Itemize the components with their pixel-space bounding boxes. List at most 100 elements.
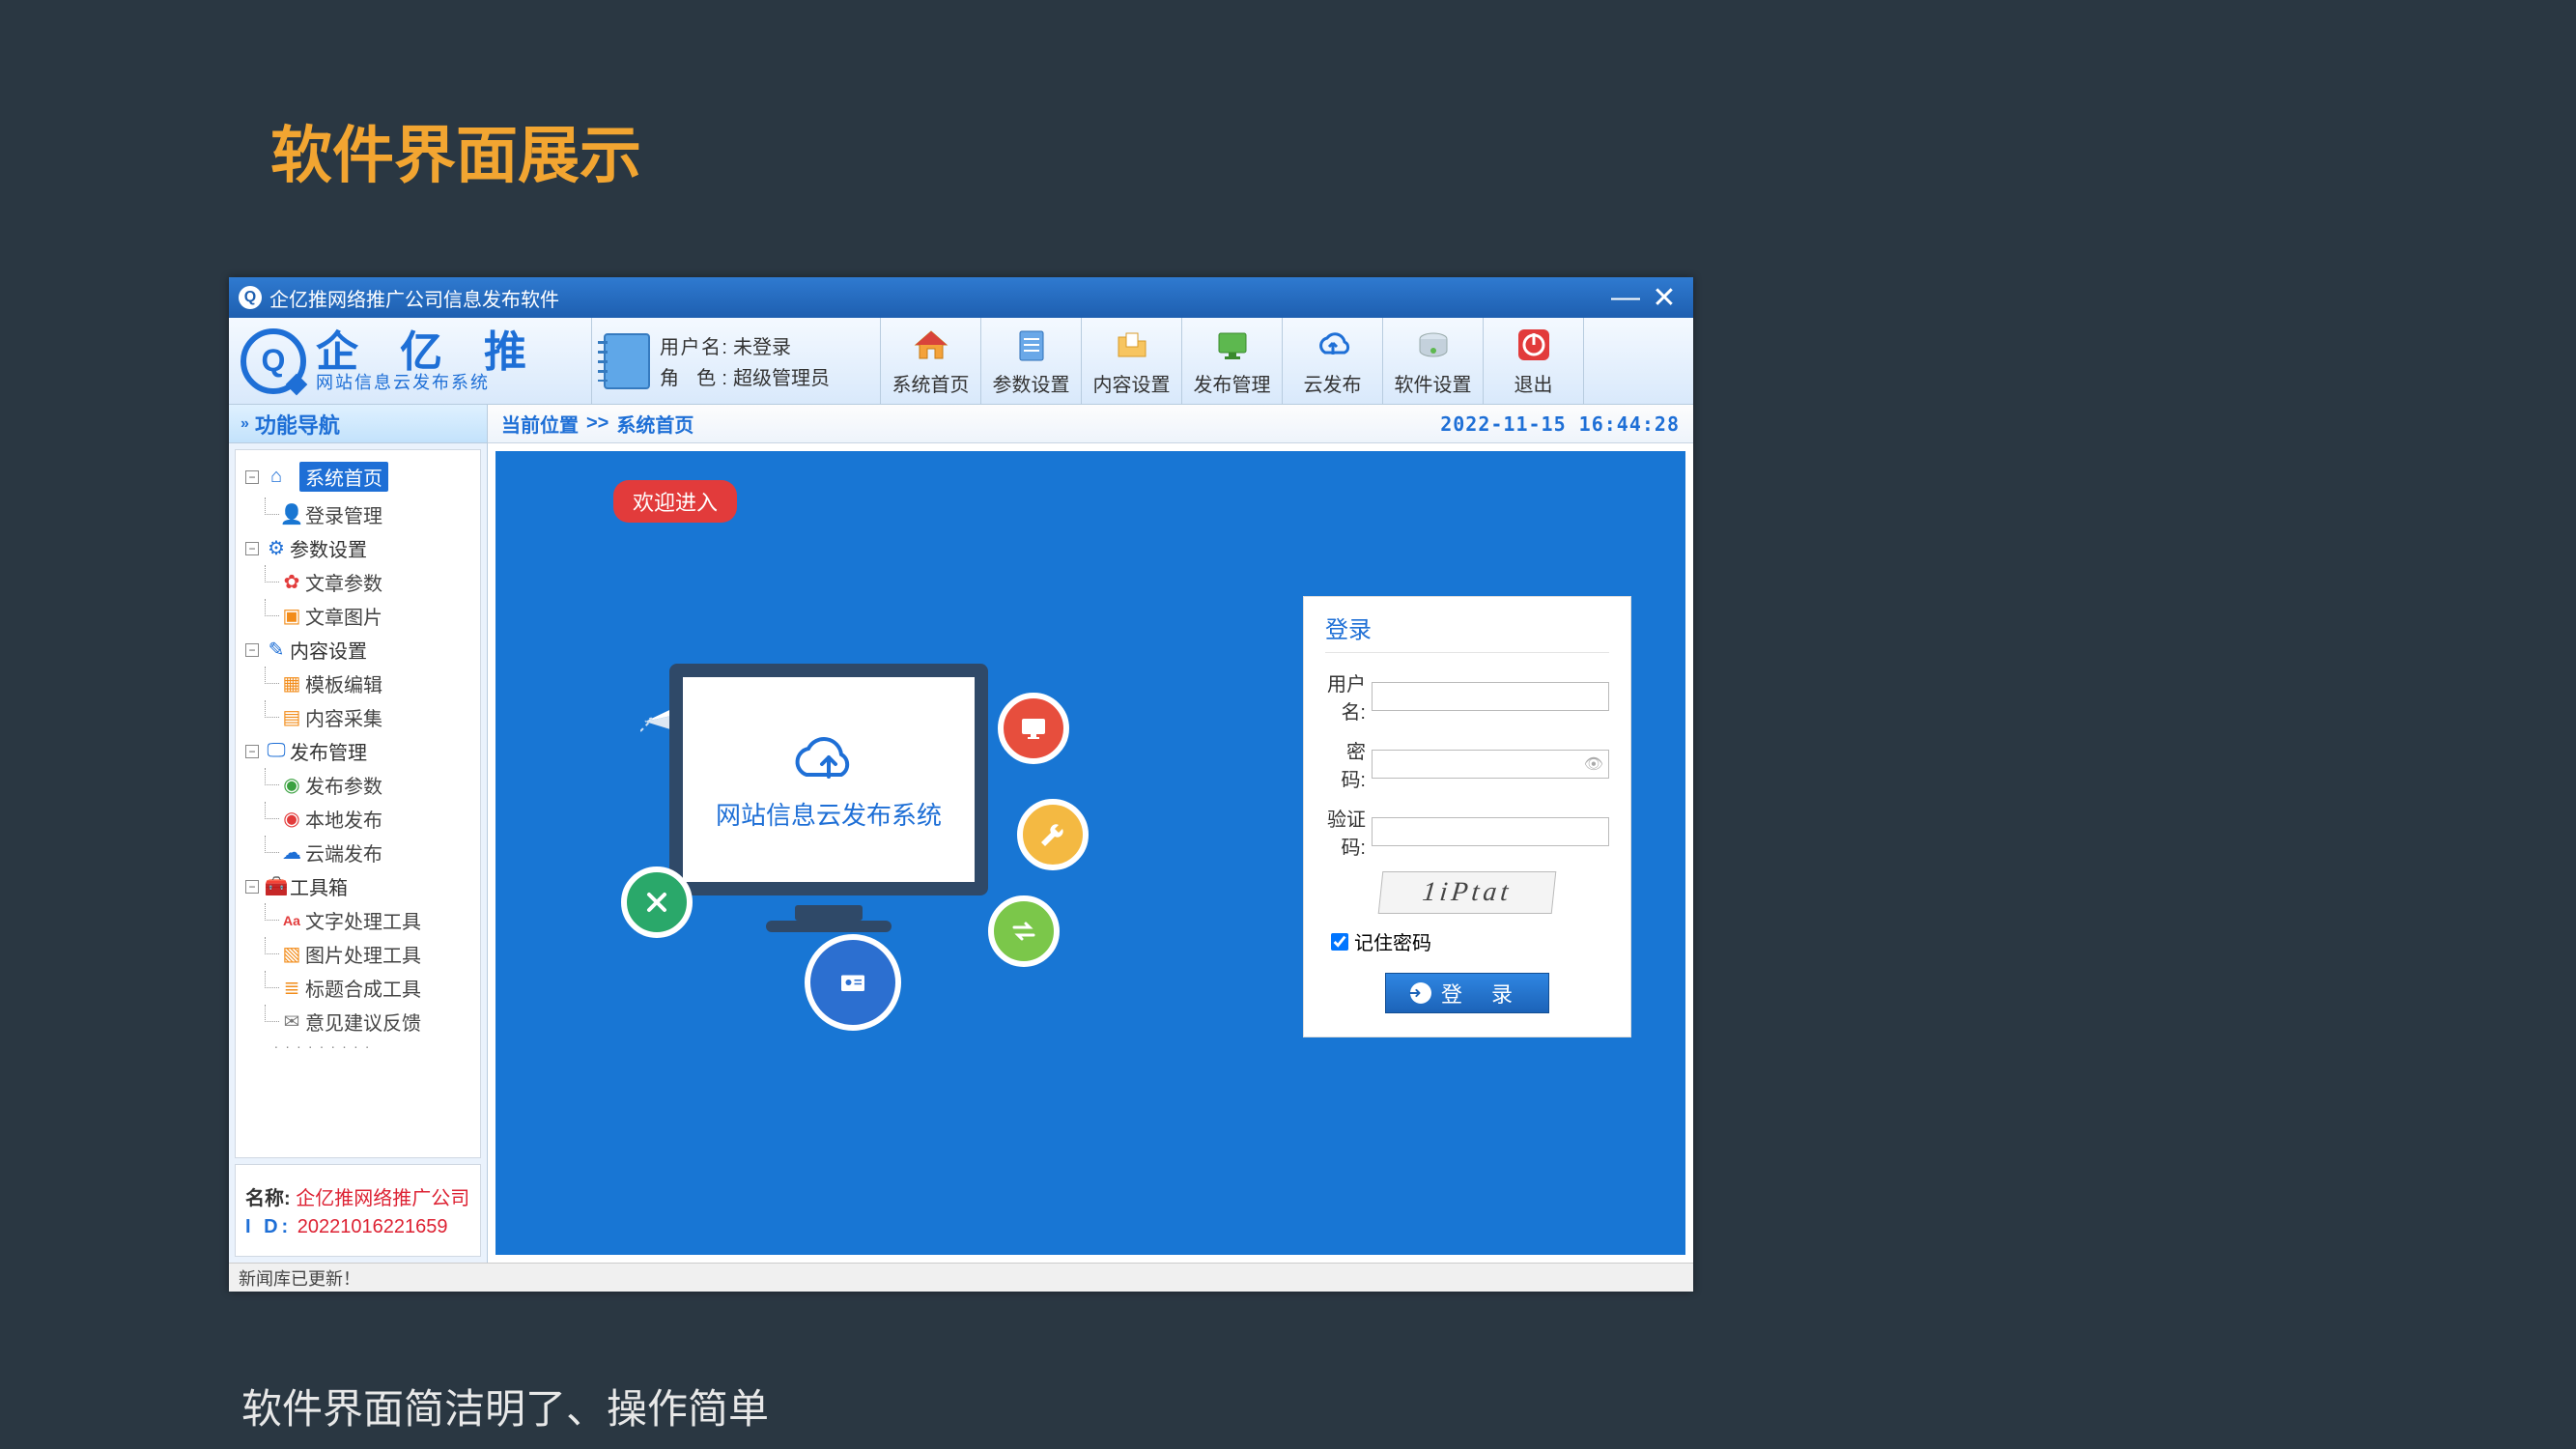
remember-checkbox[interactable]	[1331, 933, 1348, 951]
breadcrumb-page: 系统首页	[616, 410, 694, 438]
nav-item-collect[interactable]: ▤ 内容采集	[236, 700, 480, 734]
nav-item-img-tool[interactable]: ▧ 图片处理工具	[236, 937, 480, 971]
toolbar-cloud-button[interactable]: 云发布	[1283, 318, 1383, 404]
nav-group-content[interactable]: − ✎ 内容设置	[236, 633, 480, 667]
bubble-monitor-icon	[998, 693, 1069, 764]
remember-label: 记住密码	[1354, 927, 1431, 955]
breadcrumb-timestamp: 2022-11-15 16:44:28	[1440, 412, 1680, 436]
toolbar-home-button[interactable]: 系统首页	[881, 318, 981, 404]
bubble-wrench-icon	[1017, 799, 1089, 870]
nav-item-local-pub[interactable]: ◉ 本地发布	[236, 802, 480, 836]
nav-label: 发布参数	[305, 771, 382, 799]
nav-label: 本地发布	[305, 805, 382, 833]
nav-label: 文章参数	[305, 568, 382, 596]
collapse-icon[interactable]: −	[245, 880, 259, 894]
password-label: 密 码:	[1325, 736, 1366, 792]
nav-label: 登录管理	[305, 500, 382, 528]
collapse-icon[interactable]: −	[245, 745, 259, 758]
folder-icon	[1112, 325, 1152, 365]
titlebar-text: 企亿推网络推广公司信息发布软件	[269, 284, 559, 312]
login-box: 登录 用户名: 密 码: 👁 验证码:	[1303, 596, 1631, 1037]
cloud-icon	[785, 728, 872, 786]
nav-item-cloud-pub[interactable]: ☁ 云端发布	[236, 836, 480, 869]
nav-label: 模板编辑	[305, 669, 382, 697]
toolbar-label: 软件设置	[1395, 369, 1472, 397]
play-icon: ◉	[282, 773, 301, 797]
monitor-icon: 🖵	[267, 740, 286, 762]
nav-label: 参数设置	[290, 534, 367, 562]
login-button[interactable]: ➜ 登 录	[1385, 973, 1549, 1013]
nav-item-art-images[interactable]: ▣ 文章图片	[236, 599, 480, 633]
nav-group-publish[interactable]: − 🖵 发布管理	[236, 734, 480, 768]
collapse-icon[interactable]: −	[245, 643, 259, 657]
collapse-icon[interactable]: −	[245, 542, 259, 555]
nav-label: 文字处理工具	[305, 906, 421, 934]
username-input[interactable]	[1372, 682, 1609, 711]
monitor-text: 网站信息云发布系统	[716, 796, 942, 832]
user-value: 未登录	[733, 331, 791, 359]
userinfo-block: 用户名: 未登录 角 色: 超级管理员	[591, 318, 881, 404]
home-icon	[911, 325, 951, 365]
toolbar-content-button[interactable]: 内容设置	[1082, 318, 1182, 404]
toolbar-exit-button[interactable]: 退出	[1484, 318, 1584, 404]
power-icon	[1514, 325, 1554, 365]
nav-item-text-tool[interactable]: Aa 文字处理工具	[236, 903, 480, 937]
slide-caption: 软件界面简洁明了、操作简单	[241, 1377, 769, 1435]
login-button-label: 登 录	[1441, 978, 1524, 1009]
user-label: 用户名:	[660, 331, 727, 359]
toolbar-label: 发布管理	[1194, 369, 1271, 397]
gear-icon: ⚙	[267, 536, 286, 560]
nav-item-feedback[interactable]: ✉ 意见建议反馈	[236, 1005, 480, 1038]
nav-group-home[interactable]: − ⌂ 系统首页	[236, 456, 480, 497]
nav-group-params[interactable]: − ⚙ 参数设置	[236, 531, 480, 565]
nav-item-tpl-edit[interactable]: ▦ 模板编辑	[236, 667, 480, 700]
minimize-button[interactable]: —	[1606, 281, 1645, 314]
close-button[interactable]: ✕	[1645, 281, 1684, 315]
image-icon: ▣	[282, 604, 301, 628]
captcha-label: 验证码:	[1325, 804, 1366, 860]
logo-subtitle: 网站信息云发布系统	[316, 374, 542, 391]
breadcrumb-label: 当前位置	[501, 410, 579, 438]
nav-label: 文章图片	[305, 602, 382, 630]
bubble-swap-icon	[988, 895, 1060, 967]
cloud-icon	[1313, 325, 1353, 365]
toolbar: 系统首页 参数设置 内容设置 发布管理	[881, 318, 1693, 404]
password-input[interactable]	[1372, 750, 1609, 779]
statusbar: 新闻库已更新！	[229, 1263, 1693, 1292]
person-icon: 👤	[282, 502, 301, 526]
nav-item-login-mgmt[interactable]: 👤 登录管理	[236, 497, 480, 531]
nav-label: 内容采集	[305, 703, 382, 731]
eye-icon[interactable]: 👁	[1584, 754, 1603, 774]
logo-title: 企 亿 推	[316, 331, 542, 374]
footer-id-value: 20221016221659	[297, 1216, 448, 1237]
nav-tree: − ⌂ 系统首页 👤 登录管理 − ⚙ 参数设置 ✿ 文章参数	[235, 449, 481, 1158]
nav-group-tools[interactable]: − 🧰 工具箱	[236, 869, 480, 903]
nav-item-pub-params[interactable]: ◉ 发布参数	[236, 768, 480, 802]
chevron-right-icon: »	[241, 415, 249, 433]
footer-name-label: 名称:	[245, 1188, 291, 1209]
nav-item-art-params[interactable]: ✿ 文章参数	[236, 565, 480, 599]
collect-icon: ▤	[282, 705, 301, 729]
logo-letter: Q	[262, 343, 286, 379]
text-icon: Aa	[282, 913, 301, 928]
role-value: 超级管理员	[733, 362, 830, 390]
content-pane: 当前位置 >> 系统首页 2022-11-15 16:44:28 欢迎进入	[488, 405, 1693, 1263]
main-panel: 欢迎进入 网站信息云发布系统	[495, 451, 1685, 1255]
captcha-image[interactable]: 1iPtat	[1378, 871, 1557, 914]
nav-item-title-tool[interactable]: ≣ 标题合成工具	[236, 971, 480, 1005]
captcha-input[interactable]	[1372, 817, 1609, 846]
nav-separator: ∙ ∙ ∙ ∙ ∙ ∙ ∙ ∙ ∙	[236, 1038, 480, 1054]
toolbar-settings-button[interactable]: 软件设置	[1383, 318, 1484, 404]
nav-label: 意见建议反馈	[305, 1008, 421, 1036]
toolbar-label: 参数设置	[993, 369, 1070, 397]
welcome-pill: 欢迎进入	[613, 480, 737, 523]
status-text: 新闻库已更新！	[239, 1265, 360, 1291]
toolbar-params-button[interactable]: 参数设置	[981, 318, 1082, 404]
toolbar-publish-button[interactable]: 发布管理	[1182, 318, 1283, 404]
nav-label: 发布管理	[290, 737, 367, 765]
breadcrumb: 当前位置 >> 系统首页 2022-11-15 16:44:28	[488, 405, 1693, 443]
toolbar-label: 云发布	[1304, 369, 1362, 397]
collapse-icon[interactable]: −	[245, 470, 259, 484]
gear-icon: ✿	[282, 570, 301, 594]
play-icon: ◉	[282, 807, 301, 831]
